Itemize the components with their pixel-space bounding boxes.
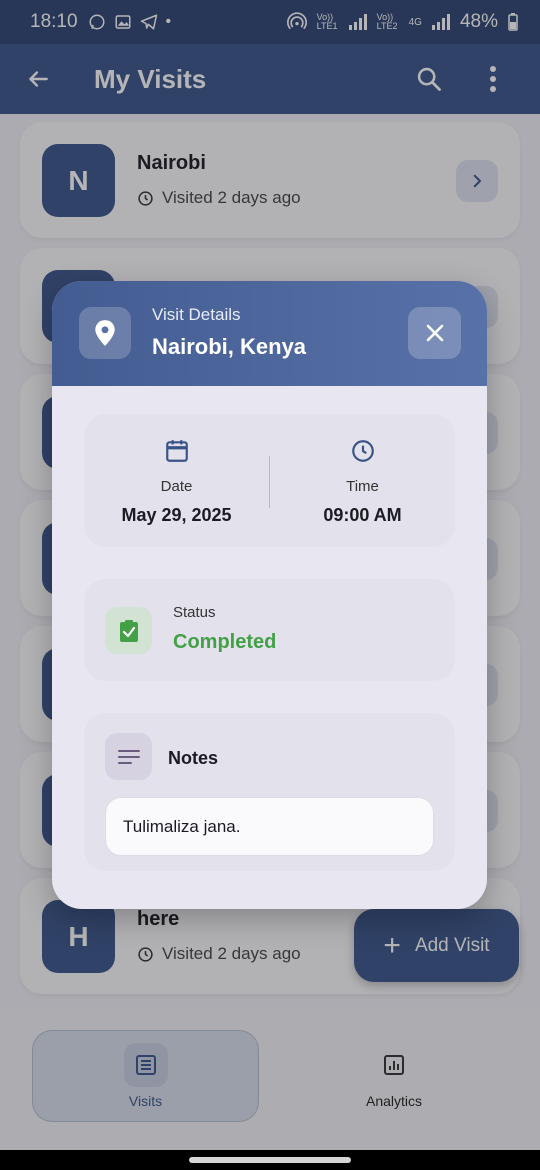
- close-icon: [426, 324, 443, 342]
- notes-label: Notes: [168, 748, 219, 768]
- home-indicator[interactable]: [189, 1157, 351, 1163]
- time-label: Time: [346, 478, 379, 495]
- date-value: May 29, 2025: [121, 505, 232, 525]
- clock-icon: [352, 440, 374, 462]
- status-panel: Status Completed: [84, 579, 455, 681]
- location-pin-icon: [79, 307, 131, 359]
- app-screen: 18:10 • Vo)) LTE1 Vo)) LTE2 4G 48% My Vi…: [0, 0, 540, 1170]
- visit-details-dialog: Visit Details Nairobi, Kenya Date May 29…: [52, 281, 487, 909]
- notes-panel: Notes Tulimaliza jana.: [84, 713, 455, 871]
- close-button[interactable]: [408, 307, 461, 359]
- date-label: Date: [160, 478, 193, 495]
- clipboard-check-icon: [105, 607, 152, 654]
- calendar-icon: [166, 440, 188, 462]
- dialog-title: Nairobi, Kenya: [152, 334, 307, 359]
- notes-content: Tulimaliza jana.: [105, 797, 434, 856]
- date-section: Date May 29, 2025: [84, 414, 269, 547]
- dialog-kicker: Visit Details: [152, 305, 241, 324]
- time-value: 09:00 AM: [323, 505, 402, 525]
- date-time-panel: Date May 29, 2025 Time 09:00 AM: [84, 414, 455, 547]
- status-value: Completed: [173, 631, 277, 653]
- status-label: Status: [173, 604, 216, 621]
- notes-icon: [105, 733, 152, 780]
- time-section: Time 09:00 AM: [270, 414, 455, 547]
- dialog-header: Visit Details Nairobi, Kenya: [52, 281, 487, 386]
